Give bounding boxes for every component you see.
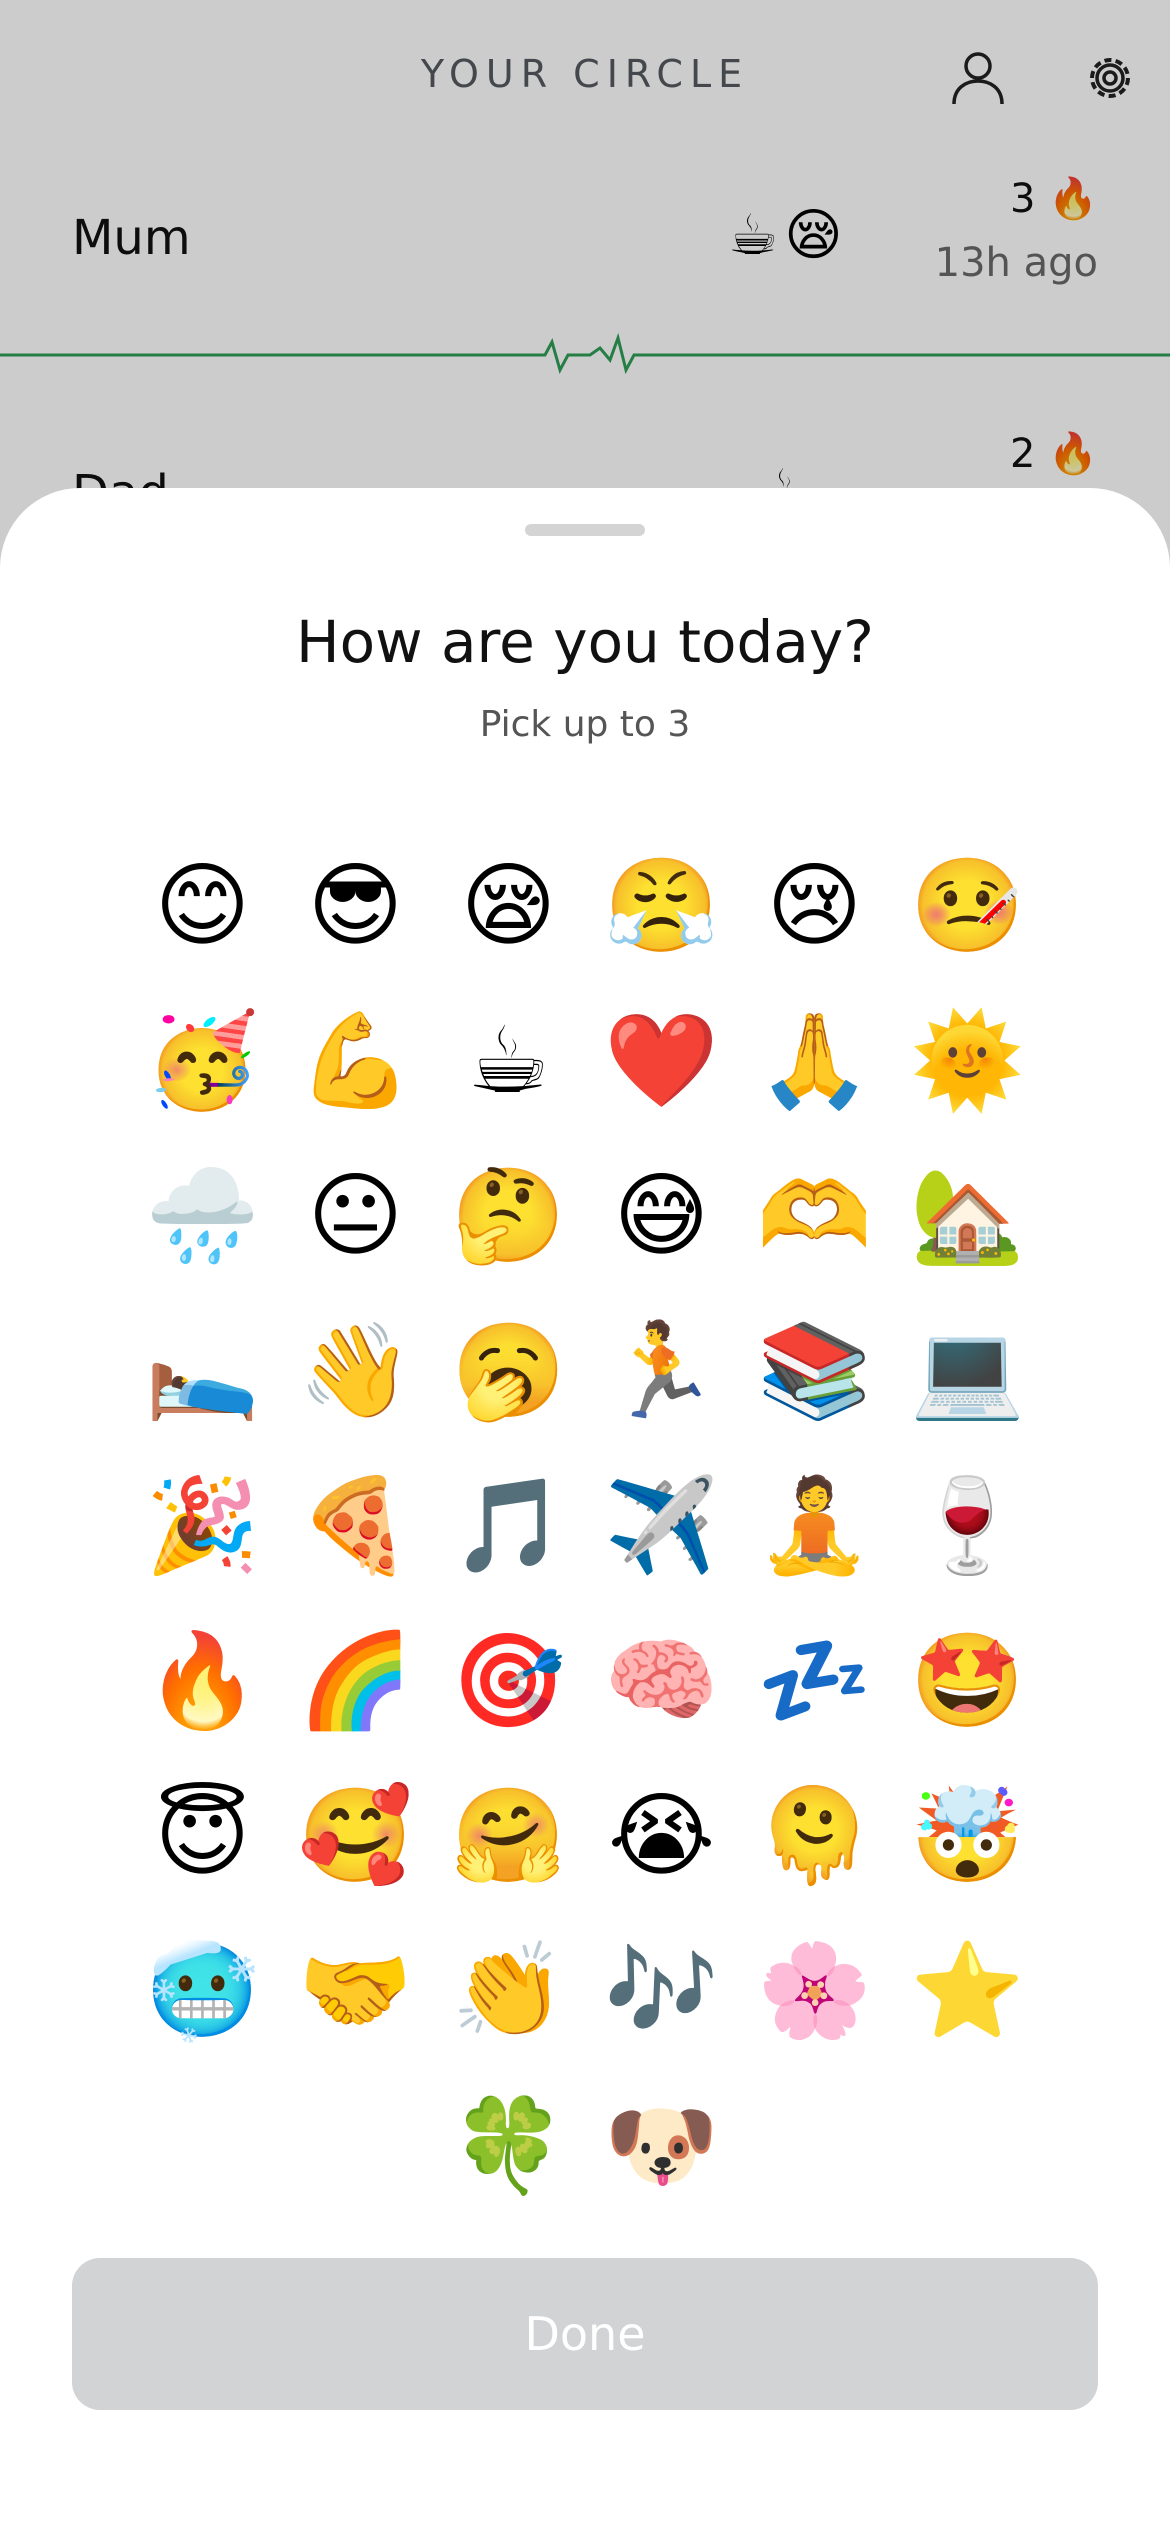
emoji-option[interactable]: 🥱 xyxy=(432,1293,585,1448)
emoji-row: 🛌 👋 🥱 🏃 📚 💻 xyxy=(0,1293,1170,1448)
emoji-row: 🎉 🍕 🎵 ✈️ 🧘 🍷 xyxy=(0,1448,1170,1603)
emoji-option[interactable]: ⭐ xyxy=(891,1913,1044,2068)
emoji-option[interactable]: 😐 xyxy=(279,1138,432,1293)
emoji-option[interactable]: 👏 xyxy=(432,1913,585,2068)
emoji-option[interactable]: 🧘 xyxy=(738,1448,891,1603)
done-button[interactable]: Done xyxy=(72,2258,1098,2410)
emoji-option[interactable]: 🤔 xyxy=(432,1138,585,1293)
emoji-option[interactable]: 🙏 xyxy=(738,983,891,1138)
sheet-subtitle: Pick up to 3 xyxy=(479,704,691,745)
emoji-row: 🥶 🤝 👏 🎶 🌸 ⭐ xyxy=(0,1913,1170,2068)
emoji-option[interactable]: 🤯 xyxy=(891,1758,1044,1913)
emoji-option[interactable]: ☕ xyxy=(432,983,585,1138)
emoji-option[interactable]: 🎶 xyxy=(585,1913,738,2068)
emoji-option[interactable]: 🛌 xyxy=(126,1293,279,1448)
emoji-option[interactable]: 🧠 xyxy=(585,1603,738,1758)
emoji-option[interactable]: 🌈 xyxy=(279,1603,432,1758)
emoji-option[interactable]: 🥳 xyxy=(126,983,279,1138)
emoji-option[interactable]: 🌧️ xyxy=(126,1138,279,1293)
emoji-grid: 😊 😎 😪 😤 😢 🤒 🥳 💪 ☕ ❤️ 🙏 🌞 🌧️ 😐 🤔 😅 🫶 🏡 🛌 👋 🥱 🏃 📚 💻 🎉 🍕 🎵 ✈️ 🧘 🍷 🔥 🌈 🎯 🧠 💤 🤩 😇… xyxy=(0,828,1170,2223)
mood-picker-sheet: How are you today? Pick up to 3 😊 😎 😪 😤 😢 🤒 🥳 💪… xyxy=(0,488,1170,2532)
emoji-option[interactable]: 😅 xyxy=(585,1138,738,1293)
emoji-option[interactable]: 🤒 xyxy=(891,828,1044,983)
emoji-row: 🔥 🌈 🎯 🧠 💤 🤩 xyxy=(0,1603,1170,1758)
emoji-option[interactable]: 😭 xyxy=(585,1758,738,1913)
emoji-option[interactable]: 💻 xyxy=(891,1293,1044,1448)
emoji-option[interactable]: 🤝 xyxy=(279,1913,432,2068)
emoji-option[interactable]: 📚 xyxy=(738,1293,891,1448)
emoji-option[interactable]: 😤 xyxy=(585,828,738,983)
emoji-row: 😇 🥰 🤗 😭 🫠 🤯 xyxy=(0,1758,1170,1913)
emoji-option[interactable]: ❤️ xyxy=(585,983,738,1138)
emoji-option[interactable]: 💪 xyxy=(279,983,432,1138)
emoji-option[interactable]: ✈️ xyxy=(585,1448,738,1603)
emoji-option[interactable]: 🐶 xyxy=(585,2068,738,2223)
emoji-option[interactable]: 🏃 xyxy=(585,1293,738,1448)
emoji-option[interactable]: 🍀 xyxy=(432,2068,585,2223)
emoji-option[interactable]: 😎 xyxy=(279,828,432,983)
emoji-option[interactable]: 🥰 xyxy=(279,1758,432,1913)
emoji-option[interactable]: 💤 xyxy=(738,1603,891,1758)
emoji-row: 🍀 🐶 xyxy=(0,2068,1170,2223)
emoji-row: 🌧️ 😐 🤔 😅 🫶 🏡 xyxy=(0,1138,1170,1293)
emoji-row: 🥳 💪 ☕ ❤️ 🙏 🌞 xyxy=(0,983,1170,1138)
emoji-option[interactable]: 🤗 xyxy=(432,1758,585,1913)
emoji-option[interactable]: 🔥 xyxy=(126,1603,279,1758)
emoji-option[interactable]: 🎉 xyxy=(126,1448,279,1603)
emoji-option[interactable]: 😪 xyxy=(432,828,585,983)
emoji-option[interactable]: 🎵 xyxy=(432,1448,585,1603)
emoji-option[interactable]: 😇 xyxy=(126,1758,279,1913)
emoji-option[interactable]: 🫶 xyxy=(738,1138,891,1293)
emoji-option[interactable]: 😊 xyxy=(126,828,279,983)
sheet-grabber[interactable] xyxy=(525,524,645,536)
emoji-option[interactable]: 🍕 xyxy=(279,1448,432,1603)
emoji-option[interactable]: 🎯 xyxy=(432,1603,585,1758)
emoji-option[interactable]: 🤩 xyxy=(891,1603,1044,1758)
emoji-option[interactable]: 🥶 xyxy=(126,1913,279,2068)
emoji-option[interactable]: 🍷 xyxy=(891,1448,1044,1603)
emoji-option[interactable]: 🌸 xyxy=(738,1913,891,2068)
emoji-row: 😊 😎 😪 😤 😢 🤒 xyxy=(0,828,1170,983)
emoji-option[interactable]: 👋 xyxy=(279,1293,432,1448)
emoji-option[interactable]: 😢 xyxy=(738,828,891,983)
sheet-title: How are you today? xyxy=(296,608,874,676)
emoji-option[interactable]: 🌞 xyxy=(891,983,1044,1138)
emoji-option[interactable]: 🫠 xyxy=(738,1758,891,1913)
emoji-option[interactable]: 🏡 xyxy=(891,1138,1044,1293)
